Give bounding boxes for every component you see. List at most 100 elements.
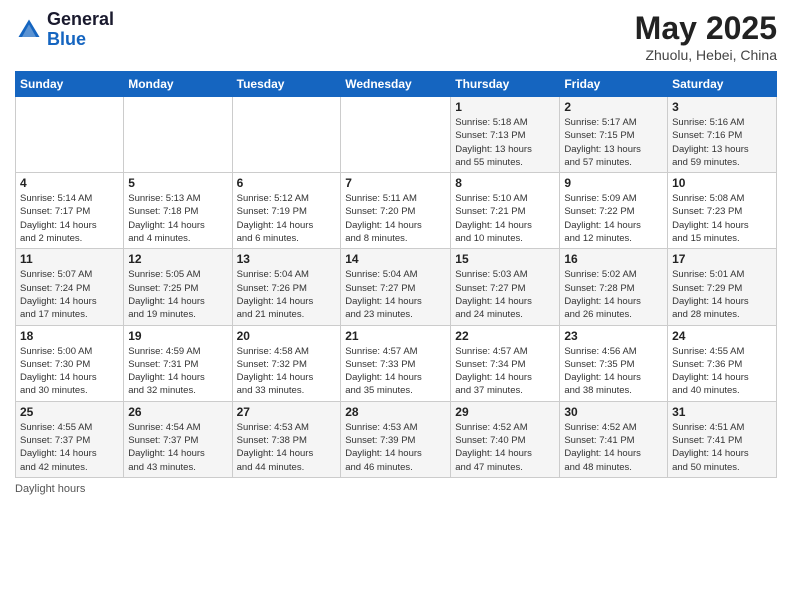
day-info: Sunrise: 5:12 AM Sunset: 7:19 PM Dayligh… [237,192,337,245]
day-cell: 21 Sunrise: 4:57 AM Sunset: 7:33 PM Dayli… [341,325,451,401]
day-info: Sunrise: 4:59 AM Sunset: 7:31 PM Dayligh… [128,345,227,398]
day-info: Sunrise: 4:57 AM Sunset: 7:34 PM Dayligh… [455,345,555,398]
calendar-table: SundayMondayTuesdayWednesdayThursdayFrid… [15,71,777,478]
day-number: 3 [672,100,772,114]
day-cell: 19 Sunrise: 4:59 AM Sunset: 7:31 PM Dayli… [124,325,232,401]
day-number: 26 [128,405,227,419]
day-info: Sunrise: 5:05 AM Sunset: 7:25 PM Dayligh… [128,268,227,321]
day-number: 24 [672,329,772,343]
day-cell: 25 Sunrise: 4:55 AM Sunset: 7:37 PM Dayli… [16,401,124,477]
day-cell: 7 Sunrise: 5:11 AM Sunset: 7:20 PM Daylig… [341,173,451,249]
header: General Blue May 2025 Zhuolu, Hebei, Chi… [15,10,777,63]
day-info: Sunrise: 5:09 AM Sunset: 7:22 PM Dayligh… [564,192,663,245]
day-number: 23 [564,329,663,343]
logo-icon [15,16,43,44]
day-info: Sunrise: 5:18 AM Sunset: 7:13 PM Dayligh… [455,116,555,169]
day-number: 7 [345,176,446,190]
day-cell: 20Sunrise: 4:58 AM Sunset: 7:32 PM Dayli… [232,325,341,401]
day-number: 10 [672,176,772,190]
day-cell: 2Sunrise: 5:17 AM Sunset: 7:15 PM Daylig… [560,97,668,173]
day-info: Sunrise: 5:01 AM Sunset: 7:29 PM Dayligh… [672,268,772,321]
logo-general: General [47,10,114,30]
week-row-3: 11 Sunrise: 5:07 AM Sunset: 7:24 PM Dayli… [16,249,777,325]
day-info: Sunrise: 4:53 AM Sunset: 7:39 PM Dayligh… [345,421,446,474]
day-cell: 4Sunrise: 5:14 AM Sunset: 7:17 PM Daylig… [16,173,124,249]
day-cell: 18 Sunrise: 5:00 AM Sunset: 7:30 PM Dayli… [16,325,124,401]
day-number: 19 [128,329,227,343]
day-cell: 26Sunrise: 4:54 AM Sunset: 7:37 PM Dayli… [124,401,232,477]
day-number: 15 [455,252,555,266]
day-cell: 16 Sunrise: 5:02 AM Sunset: 7:28 PM Dayli… [560,249,668,325]
logo-text: General Blue [47,10,114,50]
day-number: 9 [564,176,663,190]
month-title: May 2025 [635,10,777,47]
day-cell [232,97,341,173]
day-cell: 12 Sunrise: 5:05 AM Sunset: 7:25 PM Dayli… [124,249,232,325]
day-number: 11 [20,252,119,266]
day-info: Sunrise: 4:57 AM Sunset: 7:33 PM Dayligh… [345,345,446,398]
day-info: Sunrise: 5:08 AM Sunset: 7:23 PM Dayligh… [672,192,772,245]
week-row-4: 18 Sunrise: 5:00 AM Sunset: 7:30 PM Dayli… [16,325,777,401]
day-number: 29 [455,405,555,419]
daylight-hours-label: Daylight hours [15,483,85,495]
day-cell: 17Sunrise: 5:01 AM Sunset: 7:29 PM Dayli… [668,249,777,325]
day-info: Sunrise: 5:11 AM Sunset: 7:20 PM Dayligh… [345,192,446,245]
day-cell: 5Sunrise: 5:13 AM Sunset: 7:18 PM Daylig… [124,173,232,249]
day-cell: 8 Sunrise: 5:10 AM Sunset: 7:21 PM Daylig… [451,173,560,249]
logo: General Blue [15,10,114,50]
day-cell: 6 Sunrise: 5:12 AM Sunset: 7:19 PM Daylig… [232,173,341,249]
day-info: Sunrise: 5:16 AM Sunset: 7:16 PM Dayligh… [672,116,772,169]
day-number: 16 [564,252,663,266]
day-cell [341,97,451,173]
day-number: 25 [20,405,119,419]
page: General Blue May 2025 Zhuolu, Hebei, Chi… [0,0,792,612]
day-header-thursday: Thursday [451,72,560,97]
day-cell: 15 Sunrise: 5:03 AM Sunset: 7:27 PM Dayli… [451,249,560,325]
day-header-friday: Friday [560,72,668,97]
day-info: Sunrise: 4:53 AM Sunset: 7:38 PM Dayligh… [237,421,337,474]
day-info: Sunrise: 5:10 AM Sunset: 7:21 PM Dayligh… [455,192,555,245]
day-number: 8 [455,176,555,190]
day-number: 28 [345,405,446,419]
day-header-saturday: Saturday [668,72,777,97]
day-info: Sunrise: 5:03 AM Sunset: 7:27 PM Dayligh… [455,268,555,321]
day-cell: 27Sunrise: 4:53 AM Sunset: 7:38 PM Dayli… [232,401,341,477]
day-number: 6 [237,176,337,190]
day-info: Sunrise: 5:07 AM Sunset: 7:24 PM Dayligh… [20,268,119,321]
day-number: 14 [345,252,446,266]
day-info: Sunrise: 5:14 AM Sunset: 7:17 PM Dayligh… [20,192,119,245]
day-info: Sunrise: 4:55 AM Sunset: 7:37 PM Dayligh… [20,421,119,474]
day-info: Sunrise: 5:04 AM Sunset: 7:26 PM Dayligh… [237,268,337,321]
day-info: Sunrise: 5:04 AM Sunset: 7:27 PM Dayligh… [345,268,446,321]
day-number: 2 [564,100,663,114]
day-header-sunday: Sunday [16,72,124,97]
day-cell: 14 Sunrise: 5:04 AM Sunset: 7:27 PM Dayli… [341,249,451,325]
day-header-tuesday: Tuesday [232,72,341,97]
day-number: 13 [237,252,337,266]
day-cell: 28 Sunrise: 4:53 AM Sunset: 7:39 PM Dayli… [341,401,451,477]
day-info: Sunrise: 4:52 AM Sunset: 7:41 PM Dayligh… [564,421,663,474]
day-number: 20 [237,329,337,343]
day-info: Sunrise: 5:02 AM Sunset: 7:28 PM Dayligh… [564,268,663,321]
day-number: 18 [20,329,119,343]
day-info: Sunrise: 4:56 AM Sunset: 7:35 PM Dayligh… [564,345,663,398]
day-cell: 22 Sunrise: 4:57 AM Sunset: 7:34 PM Dayli… [451,325,560,401]
week-row-5: 25 Sunrise: 4:55 AM Sunset: 7:37 PM Dayli… [16,401,777,477]
header-row: SundayMondayTuesdayWednesdayThursdayFrid… [16,72,777,97]
day-number: 5 [128,176,227,190]
day-header-monday: Monday [124,72,232,97]
week-row-1: 1 Sunrise: 5:18 AM Sunset: 7:13 PM Daylig… [16,97,777,173]
day-number: 1 [455,100,555,114]
title-area: May 2025 Zhuolu, Hebei, China [635,10,777,63]
footer-note: Daylight hours [15,483,777,495]
day-cell: 23 Sunrise: 4:56 AM Sunset: 7:35 PM Dayli… [560,325,668,401]
week-row-2: 4Sunrise: 5:14 AM Sunset: 7:17 PM Daylig… [16,173,777,249]
day-number: 21 [345,329,446,343]
day-info: Sunrise: 4:51 AM Sunset: 7:41 PM Dayligh… [672,421,772,474]
day-number: 22 [455,329,555,343]
day-number: 12 [128,252,227,266]
day-header-wednesday: Wednesday [341,72,451,97]
day-info: Sunrise: 5:00 AM Sunset: 7:30 PM Dayligh… [20,345,119,398]
day-cell: 30Sunrise: 4:52 AM Sunset: 7:41 PM Dayli… [560,401,668,477]
day-info: Sunrise: 4:55 AM Sunset: 7:36 PM Dayligh… [672,345,772,398]
